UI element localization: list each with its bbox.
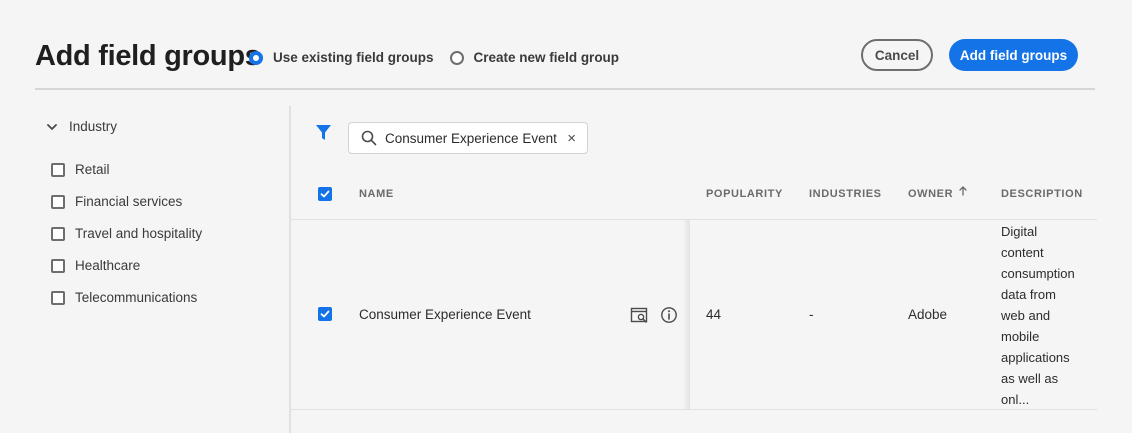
header-divider <box>35 88 1095 90</box>
facet-item-travel-and-hospitality[interactable]: Travel and hospitality <box>51 218 202 250</box>
description-line: mobile <box>1001 329 1040 344</box>
chevron-down-icon <box>47 123 57 130</box>
preview-icon[interactable] <box>630 306 648 324</box>
filter-icon[interactable] <box>315 124 332 142</box>
row-industries: - <box>809 307 814 322</box>
checkbox[interactable] <box>51 227 65 241</box>
facet-item-label: Healthcare <box>75 257 141 273</box>
facet-item-label: Telecommunications <box>75 289 198 305</box>
facet-item-healthcare[interactable]: Healthcare <box>51 250 202 282</box>
row-checkbox[interactable] <box>318 307 332 321</box>
description-line: as well as <box>1001 371 1059 386</box>
row-name: Consumer Experience Event <box>359 307 531 322</box>
row-description: Digital content consumption data from we… <box>1001 221 1085 410</box>
description-line: applications <box>1001 350 1070 365</box>
description-line: web and <box>1001 308 1051 323</box>
description-line: content <box>1001 245 1044 260</box>
radio-create-new[interactable]: Create new field group <box>449 50 620 65</box>
frozen-column-divider <box>684 220 690 409</box>
checkbox[interactable] <box>51 291 65 305</box>
info-icon[interactable] <box>660 306 678 324</box>
description-line: consumption <box>1001 266 1075 281</box>
mode-radio-group: Use existing field groups Create new fie… <box>249 50 635 65</box>
close-icon[interactable]: × <box>567 130 576 147</box>
add-field-groups-button[interactable]: Add field groups <box>949 39 1078 71</box>
radio-label: Use existing field groups <box>273 50 434 65</box>
radio-use-existing[interactable]: Use existing field groups <box>249 50 434 65</box>
checkbox[interactable] <box>51 195 65 209</box>
facet-item-retail[interactable]: Retail <box>51 154 202 186</box>
search-field[interactable]: Consumer Experience Event × <box>348 122 588 154</box>
description-line: data from <box>1001 287 1056 302</box>
facet-title: Industry <box>69 119 118 134</box>
column-header-description[interactable]: DESCRIPTION <box>1001 188 1083 200</box>
row-popularity: 44 <box>706 307 722 322</box>
sidebar-divider <box>289 106 291 433</box>
column-header-industries[interactable]: INDUSTRIES <box>809 188 882 200</box>
radio-dot <box>449 50 464 65</box>
cancel-button[interactable]: Cancel <box>861 39 933 71</box>
checkbox[interactable] <box>51 259 65 273</box>
table-row-divider <box>291 409 1097 410</box>
add-field-groups-dialog: Add field groups Use existing field grou… <box>0 0 1132 433</box>
checkmark-icon <box>320 190 330 198</box>
column-header-name[interactable]: NAME <box>359 188 394 200</box>
column-header-owner[interactable]: OWNER <box>908 188 953 200</box>
search-icon <box>361 130 377 146</box>
select-all-checkbox[interactable] <box>318 187 332 201</box>
sort-arrow-up-icon[interactable] <box>958 186 968 196</box>
table-header-divider <box>291 219 1097 220</box>
radio-label: Create new field group <box>473 50 620 65</box>
facet-item-label: Financial services <box>75 193 183 209</box>
column-header-popularity[interactable]: POPULARITY <box>706 188 783 200</box>
facet-item-financial-services[interactable]: Financial services <box>51 186 202 218</box>
radio-dot <box>249 50 263 65</box>
checkmark-icon <box>320 310 330 318</box>
industry-facet-toggle[interactable]: Industry <box>47 119 117 134</box>
search-input[interactable]: Consumer Experience Event <box>385 131 567 146</box>
checkbox[interactable] <box>51 163 65 177</box>
page-title: Add field groups <box>35 40 261 72</box>
facet-item-label: Retail <box>75 161 110 177</box>
facet-item-telecommunications[interactable]: Telecommunications <box>51 282 202 314</box>
row-owner: Adobe <box>908 307 948 322</box>
description-line: onl... <box>1001 392 1030 407</box>
industry-facet-list: Retail Financial services Travel and hos… <box>51 154 202 314</box>
description-line: Digital <box>1001 224 1038 239</box>
facet-item-label: Travel and hospitality <box>75 225 203 241</box>
